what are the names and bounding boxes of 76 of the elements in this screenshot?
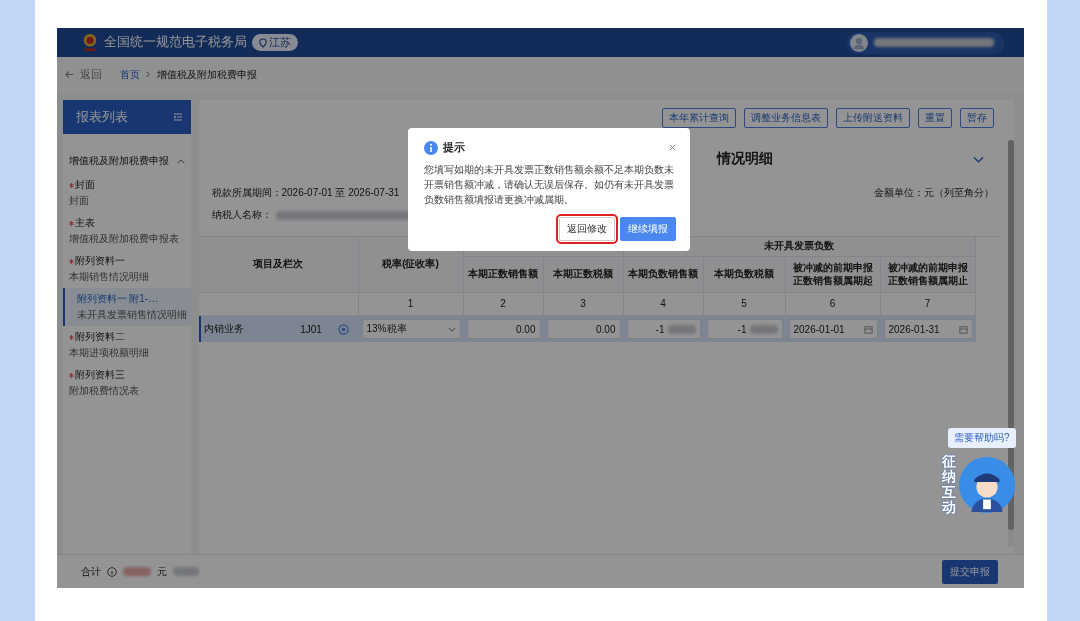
currency-label: 元 (156, 564, 167, 579)
back-link[interactable]: 返回 (64, 67, 102, 82)
avatar-icon (849, 33, 868, 52)
amount-field[interactable]: 0.00 (546, 319, 621, 339)
sidebar-item[interactable]: 附列资料二 本期进项税额明细 (62, 326, 191, 364)
unit-label: 金额单位：元（列至角分） (873, 186, 994, 200)
required-mark-icon (68, 372, 74, 378)
column-number: 7 (880, 293, 976, 316)
total-label: 合计 (80, 564, 101, 579)
amount-field[interactable]: 0.00 (466, 319, 541, 339)
masked-amount (122, 567, 151, 576)
help-bubble[interactable]: 需要帮助吗? (947, 428, 1016, 448)
column-number: 3 (543, 293, 624, 316)
toolbar-button[interactable]: 重置 (917, 108, 952, 128)
taxpayer-label: 纳税人名称： (211, 208, 272, 222)
column-number: 5 (703, 293, 786, 316)
sidebar-subitem[interactable]: 附列资料一 附1-… 未开具发票销售情况明细 (62, 288, 191, 326)
column-header: 项目及栏次 (198, 237, 359, 293)
column-number: 1 (358, 293, 464, 316)
breadcrumb-item[interactable]: 首页 (119, 67, 140, 82)
dialog-message: 您填写如期的未开具发票正数销售额余额不足本期负数未开票销售额冲减，请确认无误后保存。如仍有未开具发票负数销售额填报请更换冲减属期。 (423, 163, 675, 207)
column-number: 2 (463, 293, 544, 316)
column-header: 本期正数销售额 (463, 257, 544, 293)
calendar-icon (958, 324, 968, 334)
region-badge[interactable]: 江苏 (251, 34, 298, 51)
form-title: 情况明细 (716, 150, 773, 168)
rate-select[interactable]: 13%税率 (361, 319, 461, 339)
column-header: 本期负数销售额 (623, 257, 704, 293)
amount-field[interactable]: -1 (626, 319, 701, 339)
close-icon[interactable] (668, 144, 676, 151)
target-icon[interactable] (338, 323, 349, 335)
date-field[interactable]: 2026-01-31 (883, 319, 973, 339)
required-mark-icon (68, 220, 74, 226)
dialog-button[interactable]: 继续填报 (619, 217, 676, 241)
chevron-icon[interactable] (972, 155, 984, 163)
required-mark-icon (68, 182, 74, 188)
group-header[interactable]: 增值税及附加税费申报 (62, 134, 191, 174)
breadcrumb-item: 增值税及附加税费申报 (156, 67, 257, 82)
column-header: 被冲减的前期申报正数销售额属期止 (880, 257, 976, 293)
calendar-icon (863, 324, 873, 334)
toolbar-button[interactable]: 调整业务信息表 (743, 108, 828, 128)
sidebar-item[interactable]: 封面 封面 (62, 174, 191, 212)
dialog-title: 提示 (442, 140, 465, 155)
period-label: 税款所属期间：2026-07-01 至 2026-07-31 (211, 186, 400, 200)
menu-icon[interactable] (172, 112, 183, 122)
required-mark-icon (68, 258, 74, 264)
column-header: 本期正数税额 (543, 257, 624, 293)
table-cell-text: 内销业务 (202, 322, 245, 336)
column-number: 6 (785, 293, 881, 316)
sidebar-item[interactable]: 附列资料三 附加税费情况表 (62, 364, 191, 402)
toolbar-button[interactable]: 上传附送资料 (835, 108, 910, 128)
sidebar-item[interactable]: 附列资料一 本期销售情况明细 (62, 250, 191, 288)
masked-amount (172, 567, 199, 576)
separator-icon (145, 71, 151, 78)
submit-button[interactable]: 提交申报 (941, 559, 998, 584)
toolbar-button[interactable]: 本年累计查询 (661, 108, 736, 128)
toolbar-button[interactable]: 暂存 (959, 108, 994, 128)
sidebar-title: 报表列表 (75, 108, 128, 126)
location-icon (258, 37, 267, 48)
assistant-figure-drawing[interactable] (957, 455, 1016, 514)
info-icon[interactable] (106, 566, 117, 577)
dialog-button[interactable]: 返回修改 (558, 217, 615, 241)
amount-field[interactable]: -1 (706, 319, 783, 339)
dropdown-icon (447, 326, 456, 332)
column-header: 本期负数税额 (703, 257, 786, 293)
table-row[interactable]: 内销业务 1J01 13%税率 0.00 0.00 -1 -1 2026-01-01 2026-01-31 (198, 316, 976, 342)
info-icon (423, 140, 438, 155)
site-title: 全国统一规范电子税务局 (103, 34, 247, 51)
column-header: 被冲减的前期申报正数销售额属期起 (785, 257, 881, 293)
date-field[interactable]: 2026-01-01 (788, 319, 878, 339)
back-arrow-icon (64, 70, 74, 79)
table-cell-text: 1J01 (299, 323, 323, 335)
required-mark-icon (68, 334, 74, 340)
column-number: 4 (623, 293, 704, 316)
sidebar-item[interactable]: 主表 增值税及附加税费申报表 (62, 212, 191, 250)
user-menu[interactable] (846, 31, 1004, 54)
